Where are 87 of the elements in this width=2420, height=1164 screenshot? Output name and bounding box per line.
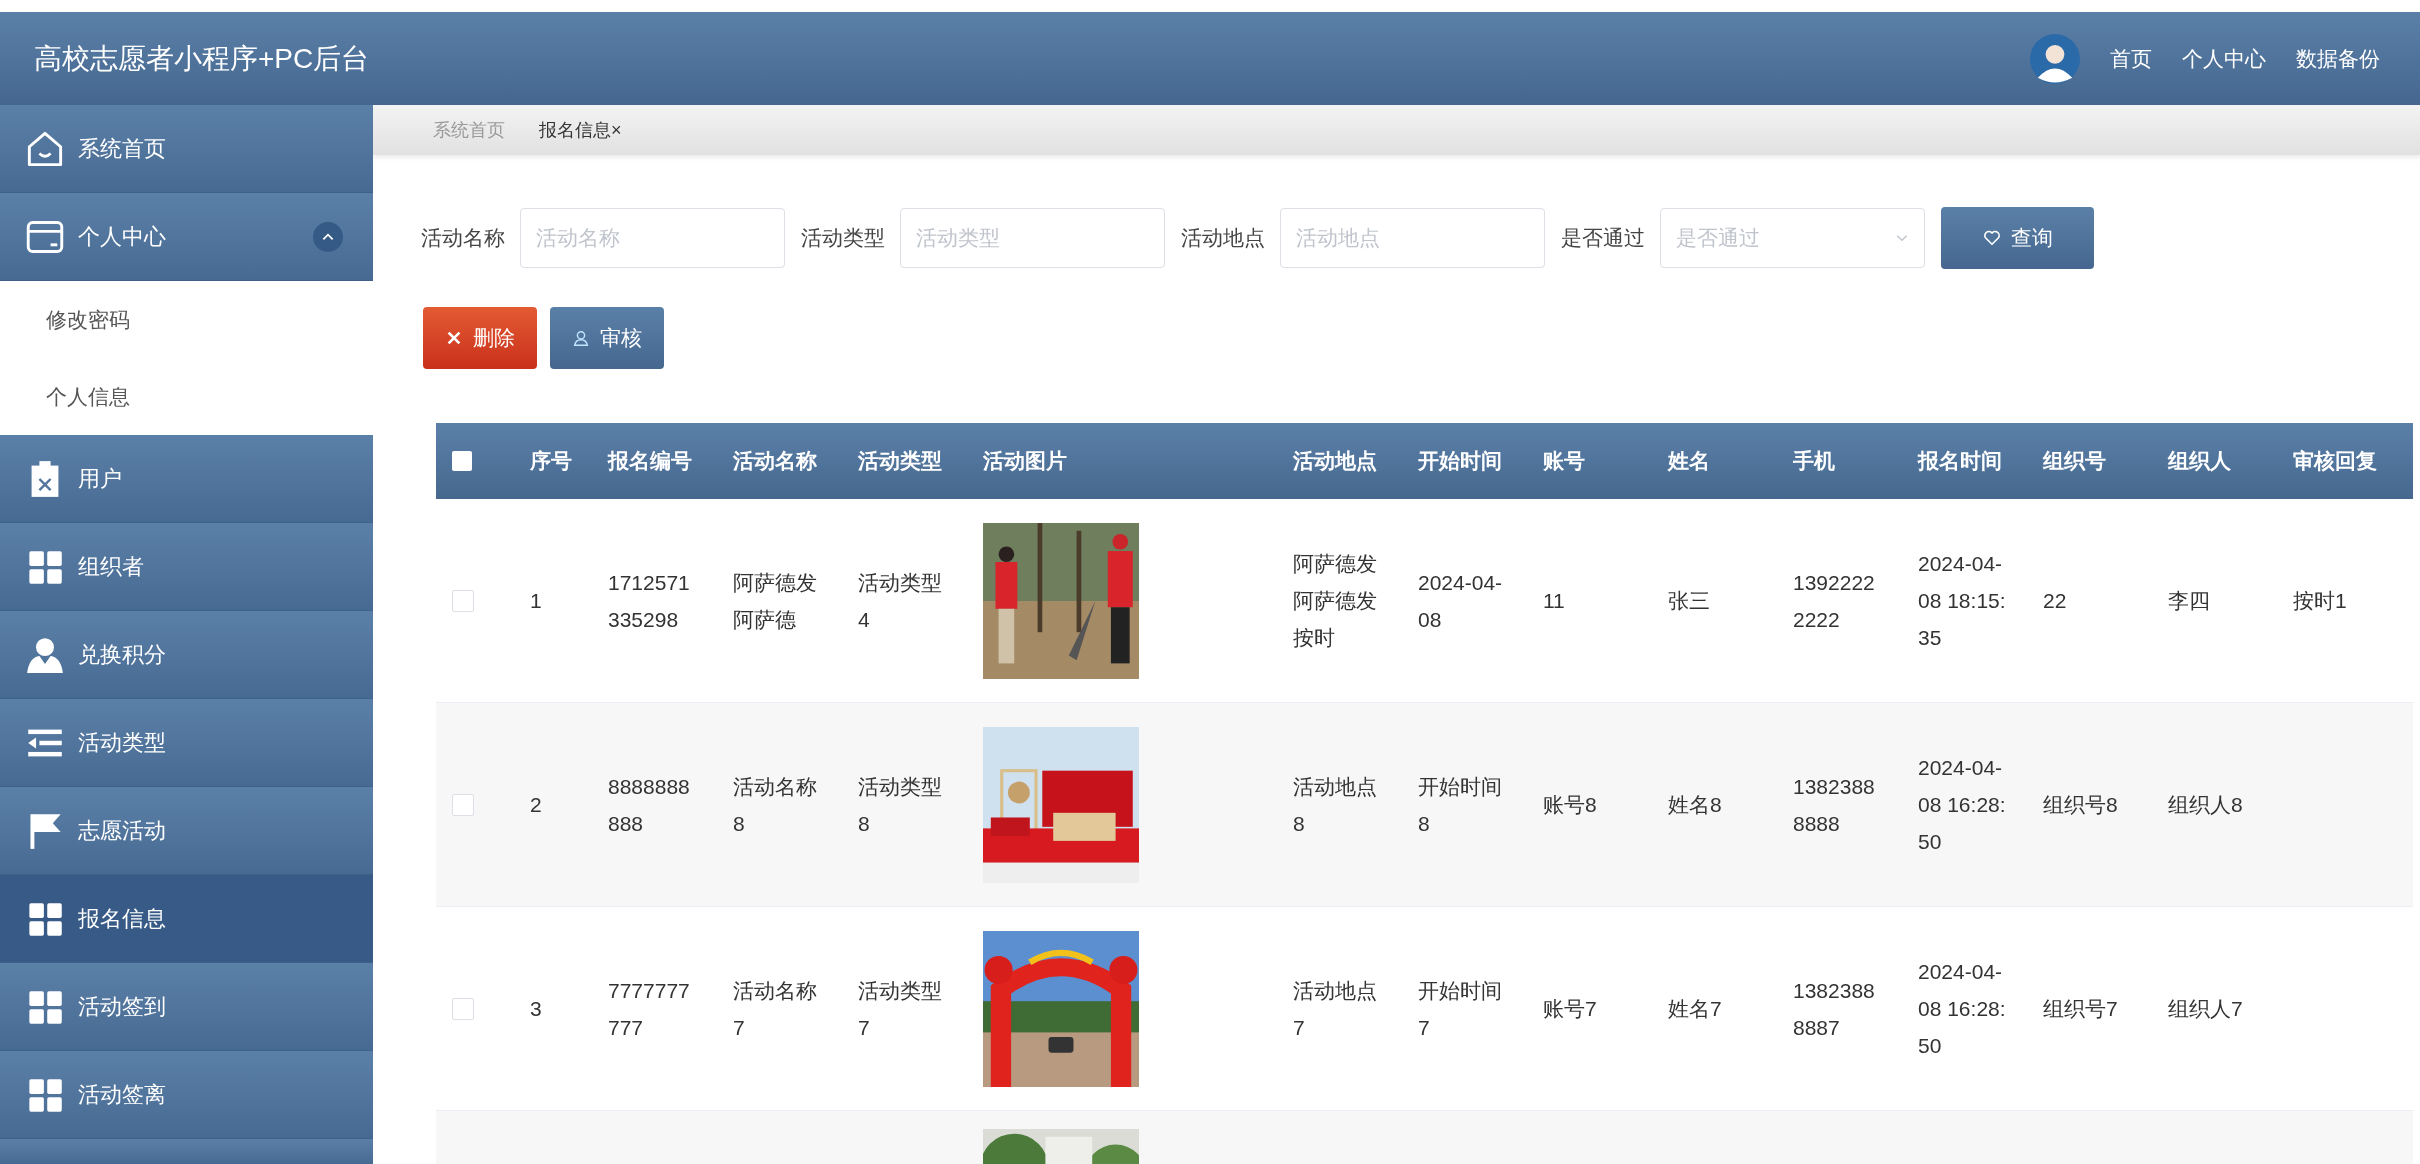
table-cell-text: 组织人8 (2168, 792, 2244, 818)
column-header[interactable]: 组织号 (2033, 447, 2158, 475)
app-title: 高校志愿者小程序+PC后台 (34, 41, 370, 76)
sidebar-item[interactable]: 活动类型 (0, 699, 373, 787)
table-cell-text: 1 (530, 588, 543, 614)
table-cell-text: 活动类型7 (858, 977, 943, 1041)
input-field[interactable]: 活动名称 (520, 208, 785, 268)
select-all-checkbox[interactable] (452, 451, 472, 471)
input-field[interactable]: 活动地点 (1280, 208, 1545, 268)
person-icon (26, 635, 64, 674)
table-cell-text: 组织人7 (2168, 996, 2244, 1022)
table-cell-text: 账号7 (1543, 996, 1598, 1022)
table-cell-text: 1712571335298 (608, 569, 691, 633)
table-cell-text: 活动名称7 (733, 977, 818, 1041)
table-cell-text: 22 (2043, 588, 2068, 614)
collapse-toggle[interactable] (313, 221, 343, 252)
table-cell-text: 7777777777 (608, 977, 691, 1041)
field-label: 是否通过 (1561, 225, 1645, 251)
sidebar-item[interactable]: 活动签离 (0, 1051, 373, 1139)
review-button[interactable]: 审核 (550, 307, 664, 369)
table-cell-text: 组织号7 (2043, 996, 2119, 1022)
home-icon (26, 129, 64, 168)
column-header[interactable]: 报名编号 (598, 447, 723, 475)
table-cell-text: 2024-04-08 16:28:50 (1918, 755, 2007, 855)
table-cell-text: 开始时间7 (1418, 977, 1503, 1041)
nav-link[interactable]: 个人中心 (2182, 44, 2266, 73)
column-header[interactable]: 手机 (1783, 447, 1908, 475)
input-field[interactable]: 活动类型 (900, 208, 1165, 268)
person-icon (572, 329, 590, 347)
sidebar-item[interactable]: 系统首页 (0, 105, 373, 193)
column-header[interactable]: 活动名称 (723, 447, 848, 475)
column-header[interactable]: 活动类型 (848, 447, 973, 475)
table-cell-text: 活动类型8 (858, 773, 943, 837)
close-icon (445, 329, 463, 347)
query-button[interactable]: 查询 (1941, 207, 2094, 269)
column-header[interactable]: 报名时间 (1908, 447, 2033, 475)
table-cell-text: 13823888888 (1793, 773, 1876, 837)
column-header[interactable]: 姓名 (1658, 447, 1783, 475)
sidebar-item[interactable]: 兑换积分 (0, 611, 373, 699)
table-cell-text: 3 (530, 996, 543, 1022)
field-label: 活动类型 (801, 225, 885, 251)
sidebar-item[interactable]: 组织者 (0, 523, 373, 611)
sidebar-item[interactable]: 报名信息 (0, 875, 373, 963)
table-cell-text: 2 (530, 792, 543, 818)
row-checkbox[interactable] (452, 793, 474, 816)
table-cell-text: 姓名8 (1668, 792, 1723, 818)
table-cell-text: 李四 (2168, 588, 2211, 614)
field-label: 活动名称 (421, 225, 505, 251)
column-header[interactable]: 活动地点 (1283, 447, 1408, 475)
table-cell-text: 组织号8 (2043, 792, 2119, 818)
table-cell-text: 姓名7 (1668, 996, 1723, 1022)
sidebar-item[interactable]: 志愿活动 (0, 787, 373, 875)
table-cell-text: 2024-04-08 (1418, 569, 1504, 633)
column-header[interactable]: 开始时间 (1408, 447, 1533, 475)
heart-icon (1982, 229, 2001, 247)
nav-link[interactable]: 数据备份 (2296, 44, 2380, 73)
sidebar-item[interactable]: 活动签到 (0, 963, 373, 1051)
row-checkbox[interactable] (452, 589, 474, 612)
table-cell-text: 13922222222 (1793, 569, 1876, 633)
table-cell-text: 2024-04-08 18:15:35 (1918, 551, 2007, 651)
column-header[interactable]: 组织人 (2158, 447, 2283, 475)
table-cell-text: 活动地点7 (1293, 977, 1378, 1041)
table-cell-text: 张三 (1668, 588, 1711, 614)
delete-button[interactable]: 删除 (423, 307, 537, 369)
table-cell-text: 阿萨德发阿萨德 (733, 569, 818, 633)
sidebar-item[interactable]: 用户 (0, 435, 373, 523)
column-header[interactable]: 账号 (1533, 447, 1658, 475)
table-cell-text: 活动地点8 (1293, 773, 1378, 837)
table-cell-text: 13823888887 (1793, 977, 1876, 1041)
column-header[interactable]: 活动图片 (973, 447, 1283, 475)
nav-link[interactable]: 首页 (2110, 44, 2152, 73)
table-cell-text: 按时1 (2293, 588, 2348, 614)
table-cell-text: 8888888888 (608, 773, 691, 837)
table-cell-text: 账号8 (1543, 792, 1598, 818)
table-cell-text: 2024-04-08 16:28:50 (1918, 959, 2007, 1059)
field-label: 活动地点 (1181, 225, 1265, 251)
table-cell-text: 活动名称8 (733, 773, 818, 837)
sidebar-item[interactable]: 个人中心 (0, 193, 373, 281)
table-cell-text: 开始时间8 (1418, 773, 1503, 837)
column-header[interactable]: 序号 (520, 447, 598, 475)
table-cell-text: 活动类型4 (858, 569, 943, 633)
row-checkbox[interactable] (452, 997, 474, 1020)
page-tab[interactable]: 报名信息× (539, 118, 622, 142)
column-header[interactable]: 审核回复 (2283, 447, 2413, 475)
avatar-icon[interactable] (2030, 33, 2080, 84)
table-cell-text: 11 (1543, 588, 1566, 614)
table-cell-text: 阿萨德发阿萨德发按时 (1293, 551, 1378, 651)
